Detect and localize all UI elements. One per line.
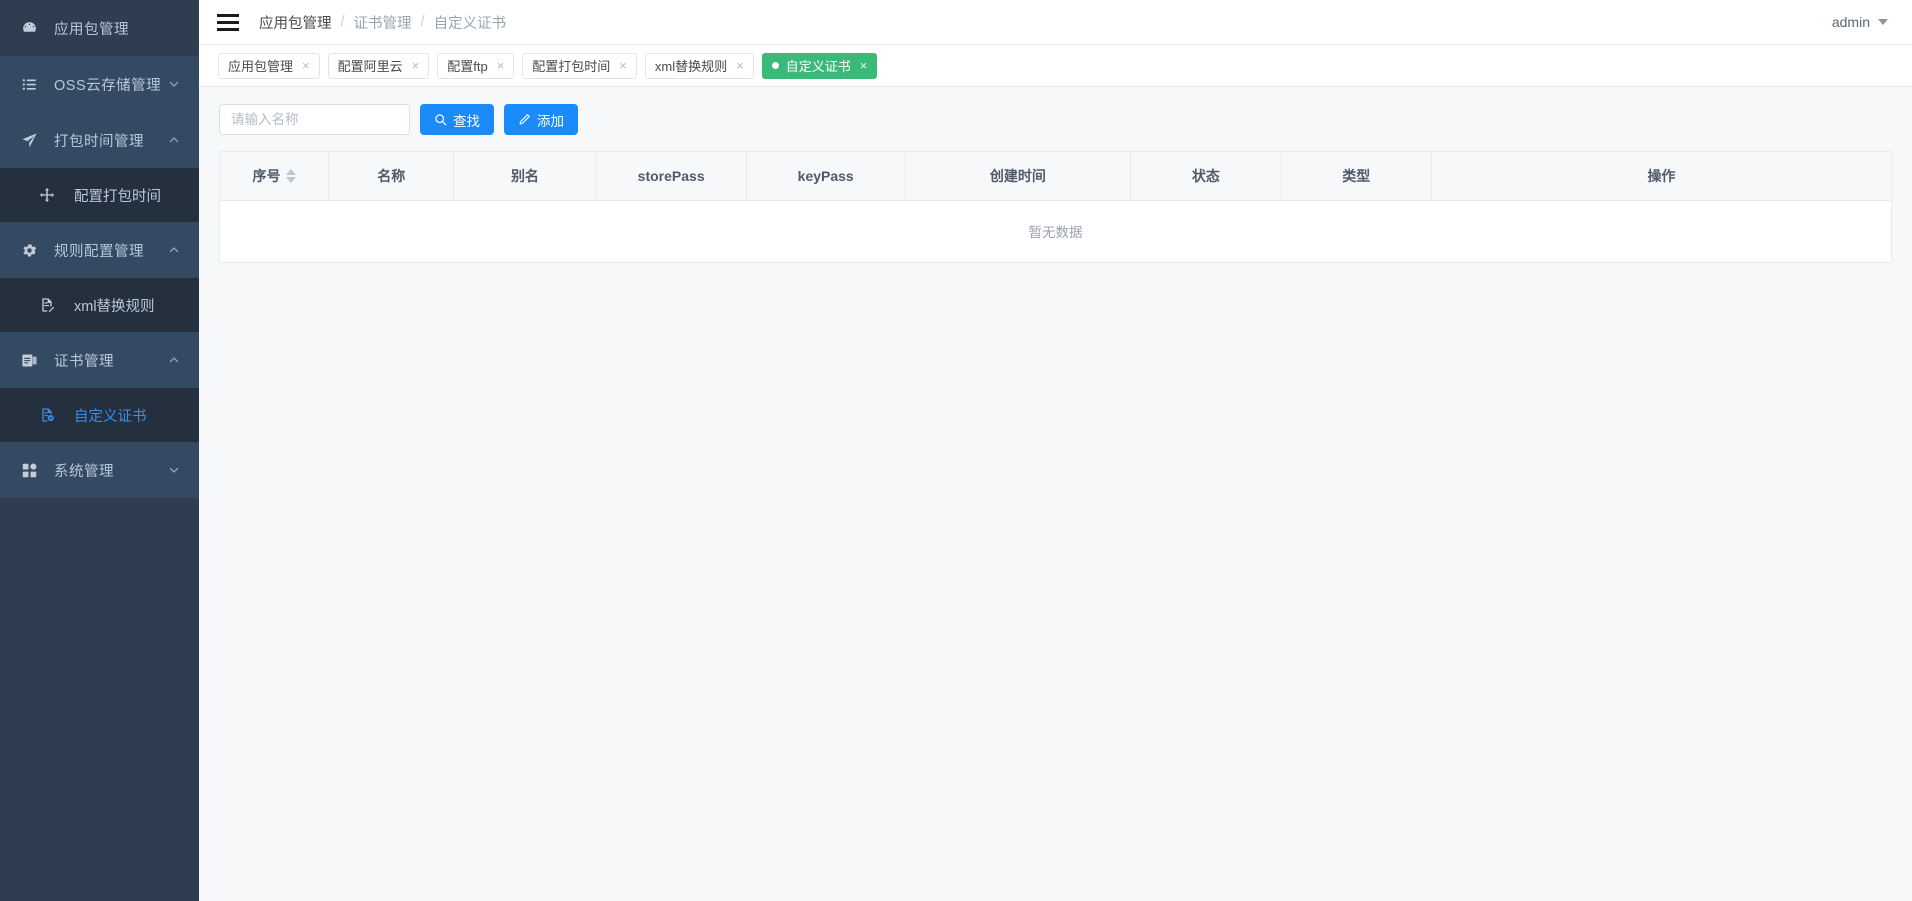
- close-icon[interactable]: ×: [412, 59, 420, 72]
- close-icon[interactable]: ×: [497, 59, 505, 72]
- column-header-index[interactable]: 序号: [220, 152, 330, 201]
- dashboard-icon: [18, 20, 40, 37]
- add-button-label: 添加: [537, 113, 564, 129]
- tab-ftp-config[interactable]: 配置ftp ×: [437, 52, 515, 79]
- add-button[interactable]: 添加: [504, 104, 578, 135]
- chevron-up-icon: [167, 244, 181, 256]
- tab-label: 配置阿里云: [337, 59, 403, 74]
- column-header-actions: 操作: [1431, 152, 1891, 201]
- sidebar-item-label: xml替换规则: [74, 298, 155, 315]
- chevron-down-icon: [167, 78, 181, 90]
- sidebar-item-package-time[interactable]: 打包时间管理: [0, 112, 199, 168]
- sidebar-item-rule-config[interactable]: 规则配置管理: [0, 222, 199, 278]
- column-label: 序号: [252, 167, 281, 184]
- tab-bar: 应用包管理 × 配置阿里云 × 配置ftp × 配置打包时间 × xml替换规则…: [199, 45, 1912, 87]
- grid-icon: [18, 462, 40, 479]
- chevron-down-icon: [167, 464, 181, 476]
- table-body: 暂无数据: [220, 200, 1891, 262]
- app-root: 应用包管理 OSS云存储管理 打包时间管理 配置打包时间 规则配置管理 xml替…: [0, 0, 1912, 901]
- active-tab-dot-icon: [771, 62, 779, 69]
- sidebar-item-label: 应用包管理: [54, 21, 129, 38]
- file-edit-icon: [36, 297, 58, 313]
- sidebar-item-label: 打包时间管理: [54, 133, 144, 150]
- column-header-created-time: 创建时间: [905, 152, 1132, 201]
- column-header-name: 名称: [328, 152, 455, 201]
- chevron-up-icon: [167, 354, 181, 366]
- breadcrumb-item-2[interactable]: 证书管理: [354, 12, 412, 33]
- search-icon: [434, 113, 447, 126]
- table-header: 序号 名称 别名 storePass keyPass 创建时间 状态 类型 操作: [220, 152, 1891, 201]
- tab-label: 自定义证书: [785, 59, 851, 74]
- paper-plane-icon: [18, 132, 40, 149]
- close-icon[interactable]: ×: [619, 59, 627, 72]
- user-name-label: admin: [1831, 14, 1870, 30]
- tab-label: 配置ftp: [447, 59, 488, 74]
- sidebar-item-configure-package-time[interactable]: 配置打包时间: [0, 168, 199, 222]
- empty-state-text: 暂无数据: [220, 200, 1891, 262]
- main-area: 应用包管理 / 证书管理 / 自定义证书 admin 应用包管理 × 配置阿里云…: [199, 0, 1912, 901]
- breadcrumb-item-1[interactable]: 应用包管理: [259, 12, 332, 33]
- chevron-up-icon: [167, 134, 181, 146]
- sidebar-item-oss-storage[interactable]: OSS云存储管理: [0, 56, 199, 112]
- sidebar-item-label: OSS云存储管理: [54, 77, 162, 94]
- search-button-label: 查找: [453, 113, 480, 129]
- tab-xml-replace-rule[interactable]: xml替换规则 ×: [644, 52, 754, 79]
- breadcrumb-item-3[interactable]: 自定义证书: [434, 12, 507, 33]
- close-icon[interactable]: ×: [736, 59, 744, 72]
- file-check-icon: [36, 407, 58, 423]
- toolbar: 查找 添加: [219, 104, 1892, 135]
- close-icon[interactable]: ×: [860, 59, 868, 72]
- user-menu[interactable]: admin: [1832, 14, 1888, 30]
- breadcrumb-separator: /: [420, 14, 425, 30]
- tab-custom-certificate[interactable]: 自定义证书 ×: [761, 52, 878, 79]
- table-header-row: 序号 名称 别名 storePass keyPass 创建时间 状态 类型 操作: [220, 152, 1891, 201]
- sidebar-item-app-package[interactable]: 应用包管理: [0, 0, 199, 56]
- close-icon[interactable]: ×: [302, 59, 310, 72]
- hamburger-icon[interactable]: [217, 13, 239, 31]
- tab-aliyun-config[interactable]: 配置阿里云 ×: [327, 52, 430, 79]
- search-button[interactable]: 查找: [420, 104, 494, 135]
- certificate-icon: [18, 352, 40, 369]
- gear-icon: [18, 242, 40, 259]
- sidebar-item-label: 自定义证书: [74, 408, 147, 425]
- sidebar-item-label: 系统管理: [54, 463, 114, 480]
- column-header-alias: 别名: [453, 152, 597, 201]
- table-empty-row: 暂无数据: [220, 200, 1891, 262]
- column-header-storepass: storePass: [595, 152, 747, 201]
- move-arrows-icon: [36, 187, 58, 203]
- column-header-keypass: keyPass: [746, 152, 906, 201]
- sidebar-item-xml-replace-rule[interactable]: xml替换规则: [0, 278, 199, 332]
- sidebar-item-certificate-management[interactable]: 证书管理: [0, 332, 199, 388]
- sidebar-item-label: 配置打包时间: [74, 188, 161, 205]
- column-header-type: 类型: [1281, 152, 1432, 201]
- tab-label: 应用包管理: [228, 59, 294, 74]
- certificate-table: 序号 名称 别名 storePass keyPass 创建时间 状态 类型 操作…: [219, 151, 1892, 263]
- search-input[interactable]: [219, 104, 410, 135]
- sort-arrows-icon[interactable]: [285, 168, 296, 183]
- table: 序号 名称 别名 storePass keyPass 创建时间 状态 类型 操作…: [220, 152, 1891, 262]
- sidebar-item-label: 证书管理: [54, 353, 114, 370]
- tab-app-package[interactable]: 应用包管理 ×: [218, 52, 320, 79]
- tab-label: xml替换规则: [654, 59, 728, 74]
- sidebar-item-system-management[interactable]: 系统管理: [0, 442, 199, 498]
- sidebar: 应用包管理 OSS云存储管理 打包时间管理 配置打包时间 规则配置管理 xml替…: [0, 0, 199, 901]
- breadcrumb: 应用包管理 / 证书管理 / 自定义证书: [259, 12, 506, 33]
- chevron-down-icon: [1878, 19, 1888, 25]
- pencil-icon: [518, 113, 531, 126]
- sidebar-item-label: 规则配置管理: [54, 243, 144, 260]
- column-header-status: 状态: [1130, 152, 1282, 201]
- list-icon: [18, 76, 40, 93]
- tab-package-time-config[interactable]: 配置打包时间 ×: [522, 52, 637, 79]
- sidebar-item-custom-certificate[interactable]: 自定义证书: [0, 388, 199, 442]
- breadcrumb-separator: /: [340, 14, 345, 30]
- top-bar: 应用包管理 / 证书管理 / 自定义证书 admin: [199, 0, 1912, 45]
- content-area: 查找 添加: [199, 87, 1912, 901]
- tab-label: 配置打包时间: [532, 59, 611, 74]
